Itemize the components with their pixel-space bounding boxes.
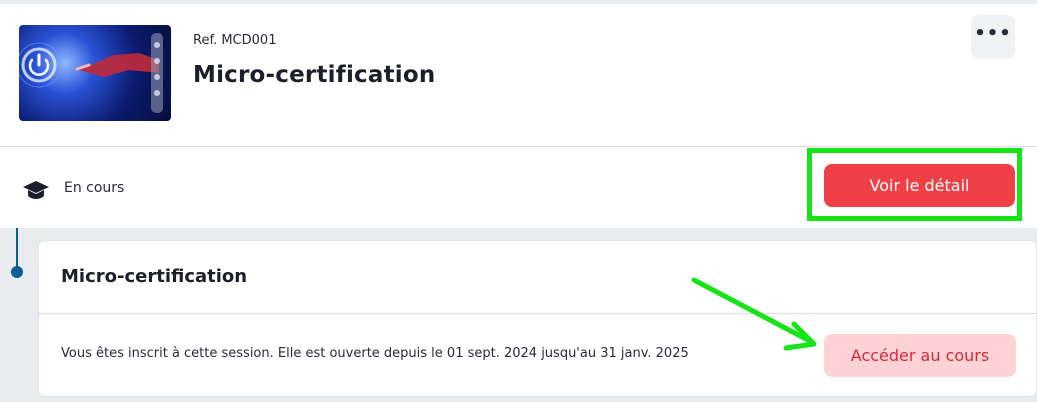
course-title: Micro-certification <box>193 62 436 88</box>
status-label: En cours <box>64 180 125 196</box>
card-divider <box>0 146 1037 147</box>
more-options-button[interactable]: ••• <box>971 15 1015 59</box>
session-card: Micro-certification Vous êtes inscrit à … <box>39 241 1036 396</box>
session-divider <box>39 313 1036 314</box>
view-detail-button[interactable]: Voir le détail <box>824 164 1015 207</box>
more-horizontal-icon: ••• <box>974 23 1012 44</box>
access-course-button[interactable]: Accéder au cours <box>824 334 1016 377</box>
session-description: Vous êtes inscrit à cette session. Elle … <box>61 346 689 361</box>
session-title: Micro-certification <box>61 266 248 287</box>
graduation-cap-icon <box>23 181 49 199</box>
timeline-dot <box>11 266 23 278</box>
course-thumbnail <box>19 25 171 121</box>
course-ref: Ref. MCD001 <box>193 33 277 48</box>
